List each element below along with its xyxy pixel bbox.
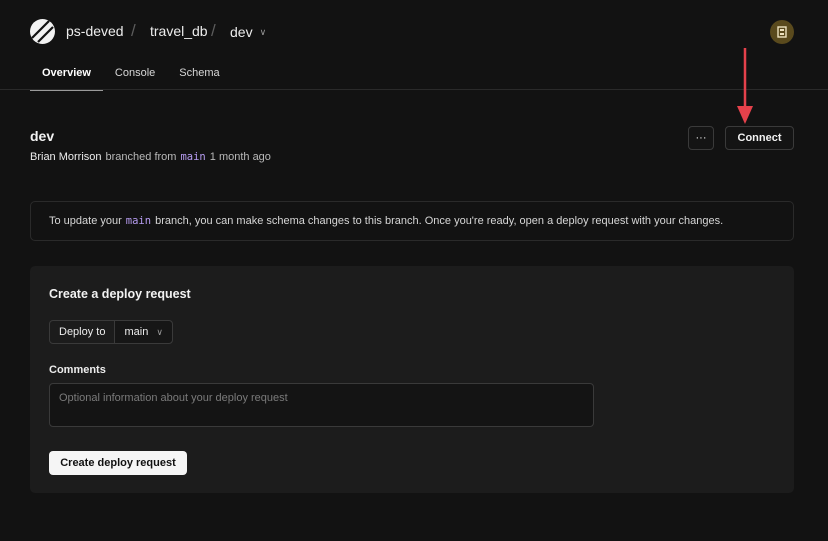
tab-bar: Overview Console Schema: [30, 60, 232, 91]
tab-overview[interactable]: Overview: [30, 60, 103, 91]
branch-title: dev: [30, 128, 55, 144]
tab-schema[interactable]: Schema: [167, 60, 231, 90]
deploy-request-card: Create a deploy request Deploy to main ∨…: [30, 266, 794, 493]
breadcrumb-separator: /: [131, 21, 136, 40]
breadcrumb-separator: /: [211, 21, 216, 40]
comments-label: Comments: [49, 364, 106, 376]
planetscale-logo-icon[interactable]: [30, 19, 55, 44]
user-avatar-icon[interactable]: [770, 20, 794, 44]
tab-console[interactable]: Console: [103, 60, 167, 90]
branch-metadata: Brian Morrison branched from main 1 mont…: [30, 151, 271, 163]
info-branch-name: main: [125, 215, 152, 227]
connect-button[interactable]: Connect: [725, 126, 794, 150]
red-arrow-icon: [737, 48, 753, 124]
top-navigation: ps-deved / travel_db / dev ∨ Overview Co…: [0, 0, 828, 91]
target-branch-value: main: [124, 326, 149, 338]
branch-age: 1 month ago: [209, 151, 271, 163]
schema-info-banner: To update your main branch, you can make…: [30, 201, 794, 241]
breadcrumb-branch: dev: [230, 23, 253, 40]
branch-switcher[interactable]: dev ∨: [230, 23, 266, 41]
breadcrumb-database[interactable]: travel_db: [150, 23, 208, 40]
more-options-button[interactable]: ···: [688, 126, 714, 150]
breadcrumb-org[interactable]: ps-deved: [66, 23, 124, 40]
info-text-prefix: To update your: [49, 215, 122, 227]
comments-input[interactable]: [49, 383, 594, 427]
deploy-request-title: Create a deploy request: [49, 287, 191, 301]
create-deploy-request-button[interactable]: Create deploy request: [49, 451, 187, 475]
branch-author: Brian Morrison: [30, 151, 102, 163]
parent-branch-link[interactable]: main: [180, 151, 205, 163]
deploy-target-selector: Deploy to main ∨: [49, 320, 173, 344]
branch-action-text: branched from: [105, 151, 177, 163]
deploy-to-label: Deploy to: [50, 321, 116, 343]
chevron-down-icon: ∨: [259, 27, 267, 37]
chevron-down-icon: ∨: [156, 327, 163, 337]
info-text-suffix: branch, you can make schema changes to t…: [155, 215, 724, 227]
target-branch-select[interactable]: main ∨: [115, 321, 172, 343]
